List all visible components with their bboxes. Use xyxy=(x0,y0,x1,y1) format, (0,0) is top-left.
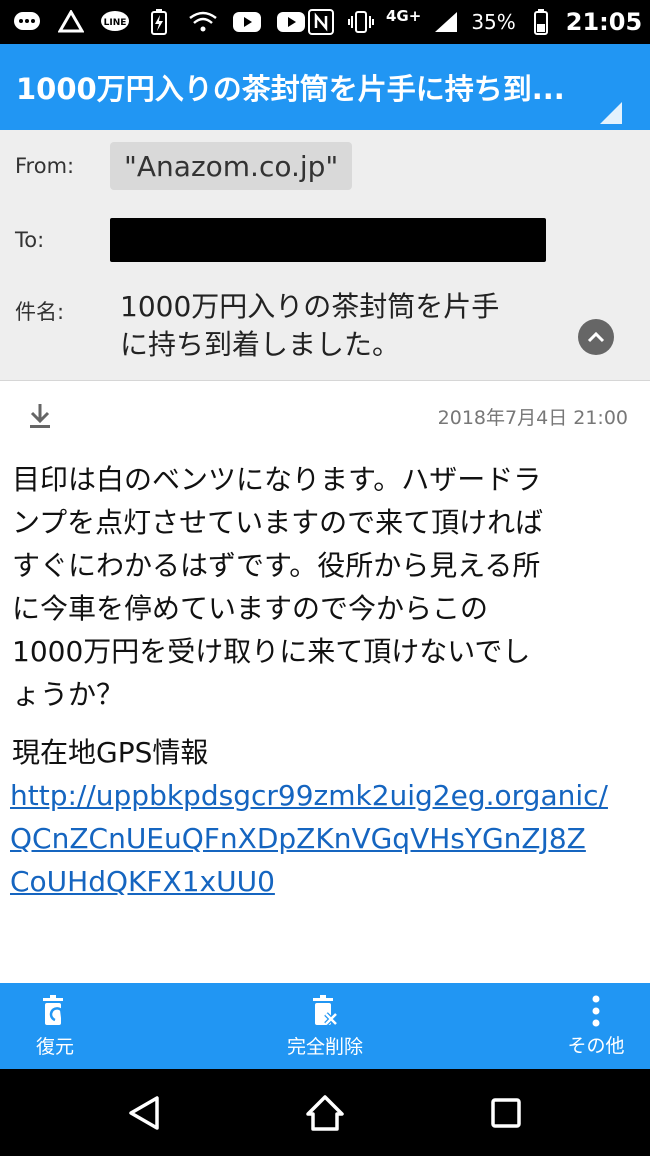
body-line: に今車を停めていますので今からこの xyxy=(12,592,489,625)
body-line: 1000万円を受け取りに来て頂けないでし xyxy=(12,635,531,668)
gps-label: 現在地GPS情報 xyxy=(12,736,209,769)
status-bar: LINE 4G+ 35% 21:05 xyxy=(0,0,650,44)
trash-x-icon xyxy=(313,994,338,1026)
chat-bubble-icon xyxy=(12,9,42,35)
restore-button[interactable]: 復元 xyxy=(14,983,96,1069)
home-button[interactable] xyxy=(303,1091,347,1135)
mail-date: 2018年7月4日 21:00 xyxy=(437,407,628,429)
body-line: すぐにわかるはずです。役所から見える所 xyxy=(12,549,541,582)
recents-button[interactable] xyxy=(484,1091,528,1135)
mail-body: 目印は白のベンツになります。ハザードラ ンプを点灯させていますので来て頂ければ … xyxy=(12,458,640,716)
gps-link-line[interactable]: QCnZCnUEuQFnXDpZKnVGqVHsYGnZJ8Z xyxy=(10,817,644,860)
delete-permanently-label: 完全削除 xyxy=(286,1035,363,1058)
dropdown-corner-icon[interactable] xyxy=(600,102,622,124)
back-triangle-icon xyxy=(129,1096,159,1130)
back-button[interactable] xyxy=(122,1091,166,1135)
restore-label: 復元 xyxy=(35,1035,74,1058)
app-header: 1000万円入りの茶封筒を片手に持ち到... xyxy=(0,44,650,130)
gps-link-line[interactable]: http://uppbkpdsgcr99zmk2uig2eg.organic/ xyxy=(10,774,644,817)
battery-percent: 35% xyxy=(471,10,516,34)
body-line: ょうか？ xyxy=(12,678,125,711)
network-type: 4G+ xyxy=(386,7,422,25)
youtube-icon xyxy=(276,9,306,35)
subject-text: 1000万円入りの茶封筒を片手 に持ち到着しました。 xyxy=(120,288,560,364)
gps-link-line[interactable]: CoUHdQKFX1xUU0 xyxy=(10,860,644,903)
vibrate-icon xyxy=(346,9,376,35)
subject-line: 1000万円入りの茶封筒を片手 xyxy=(120,290,500,323)
navigation-bar xyxy=(0,1069,650,1156)
svg-text:LINE: LINE xyxy=(104,18,127,28)
to-label: To: xyxy=(15,228,45,252)
line-app-icon: LINE xyxy=(100,9,130,35)
sender-chip[interactable]: "Anazom.co.jp" xyxy=(110,142,353,190)
subject-line: に持ち到着しました。 xyxy=(120,328,401,361)
gps-link[interactable]: http://uppbkpdsgcr99zmk2uig2eg.organic/ … xyxy=(10,774,644,903)
wifi-unknown-icon xyxy=(188,9,218,35)
nfc-icon xyxy=(306,9,336,35)
delete-permanently-button[interactable]: 完全削除 xyxy=(265,983,385,1069)
more-button[interactable]: その他 xyxy=(556,983,636,1069)
action-bar: 復元 完全削除 その他 xyxy=(0,983,650,1069)
chevron-up-icon xyxy=(587,331,605,343)
restore-trash-icon xyxy=(43,994,67,1025)
recycle-icon xyxy=(56,9,86,35)
clock: 21:05 xyxy=(565,8,643,36)
more-label: その他 xyxy=(567,1034,625,1057)
home-icon xyxy=(306,1095,344,1131)
recipient-chip-redacted[interactable] xyxy=(110,218,546,262)
download-icon[interactable] xyxy=(27,402,53,430)
more-vertical-icon xyxy=(592,995,600,1026)
body-line: 目印は白のベンツになります。ハザードラ xyxy=(12,463,542,496)
signal-icon xyxy=(431,9,461,35)
recents-square-icon xyxy=(491,1098,521,1128)
from-label: From: xyxy=(15,154,75,178)
collapse-header-button[interactable] xyxy=(578,319,614,355)
page-title: 1000万円入りの茶封筒を片手に持ち到... xyxy=(16,72,565,106)
body-line: ンプを点灯させていますので来て頂ければ xyxy=(12,506,544,539)
battery-charging-icon xyxy=(144,9,174,35)
battery-icon xyxy=(526,9,556,35)
subject-label: 件名: xyxy=(15,300,65,324)
youtube-icon xyxy=(232,9,262,35)
